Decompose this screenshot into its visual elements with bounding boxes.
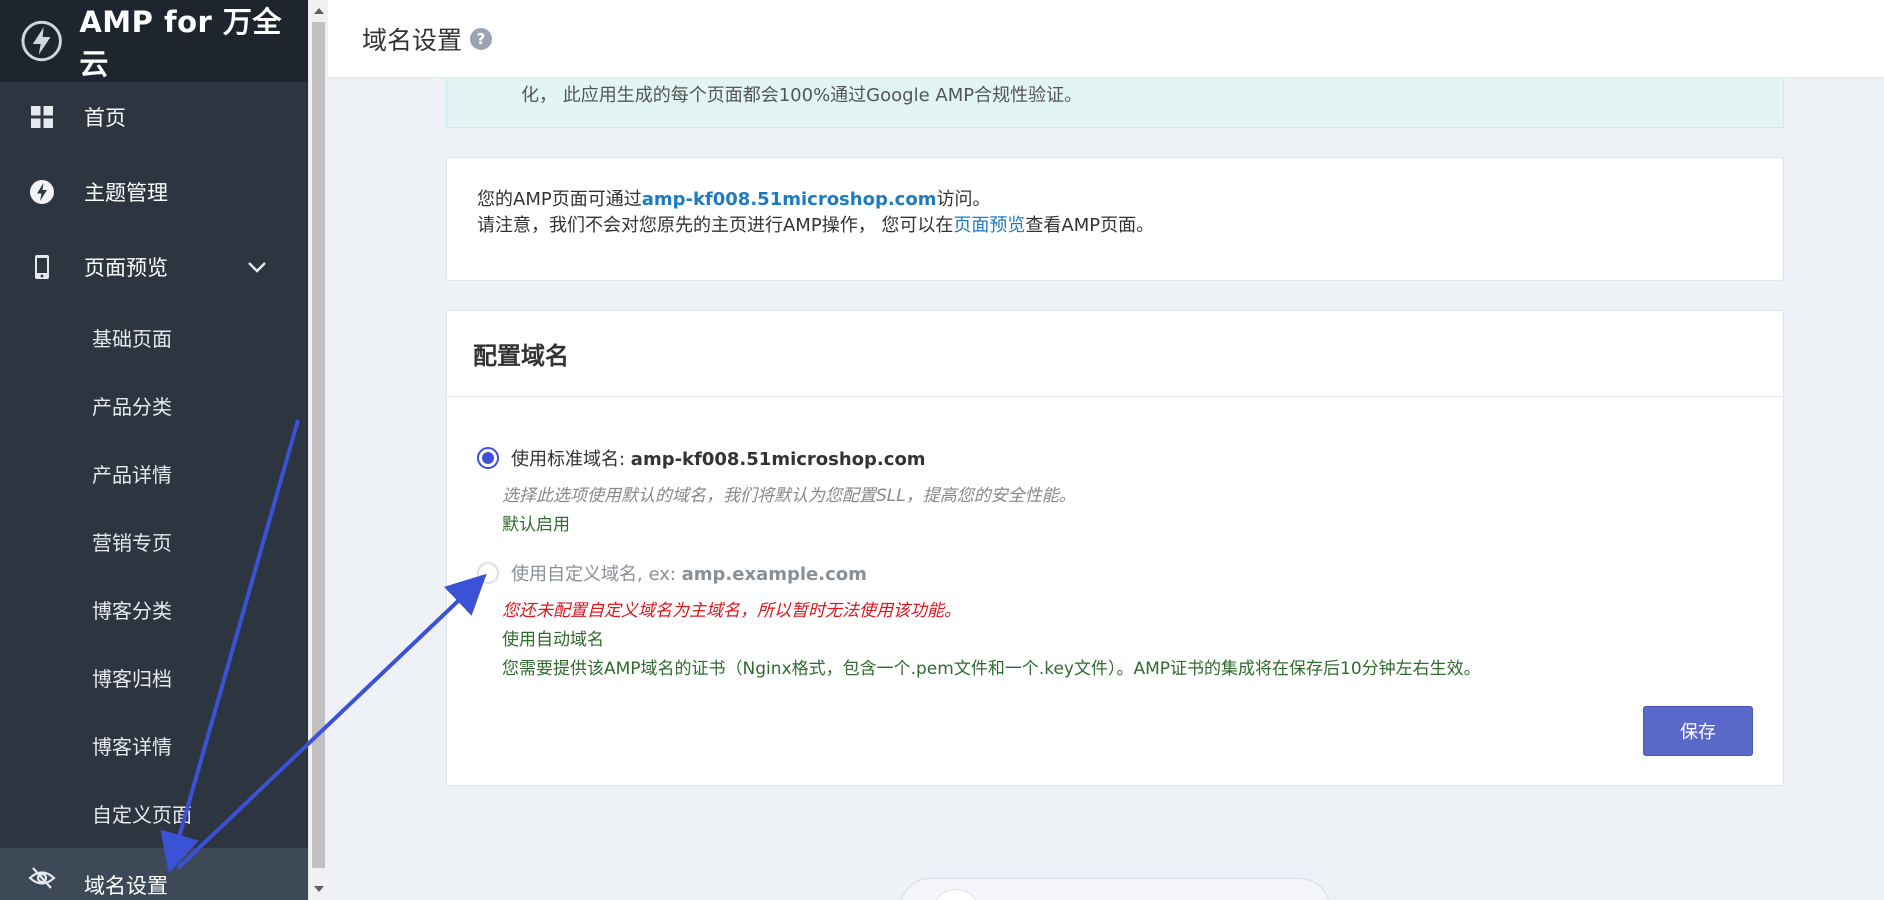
scroll-down-arrow-icon[interactable] bbox=[314, 886, 324, 892]
app-title: AMP for 万全云 bbox=[79, 5, 282, 81]
domain-config-card: 配置域名 使用标准域名: amp-kf008.51microshop.com 选… bbox=[446, 310, 1784, 786]
sidebar-item-product-details[interactable]: 产品详情 bbox=[0, 448, 308, 498]
sidebar-item-label: 自定义页面 bbox=[92, 802, 192, 827]
sidebar-item-label: 博客详情 bbox=[92, 734, 172, 759]
info-notice: 化， 此应用生成的每个页面都会100%通过Google AMP合规性验证。 bbox=[446, 78, 1784, 128]
sidebar-item-label: 博客归档 bbox=[92, 666, 172, 691]
eye-slash-icon bbox=[28, 864, 56, 892]
sidebar-item-marketing-pages[interactable]: 营销专页 bbox=[0, 516, 308, 566]
sidebar-item-domain-settings[interactable]: 域名设置 bbox=[0, 848, 308, 900]
amp-logo-icon bbox=[21, 20, 62, 62]
help-icon[interactable]: ? bbox=[470, 27, 493, 50]
sidebar-item-blog-archive[interactable]: 博客归档 bbox=[0, 652, 308, 702]
custom-domain-option[interactable]: 使用自定义域名, ex: amp.example.com bbox=[477, 560, 867, 586]
page-header: 域名设置 ? bbox=[328, 0, 1884, 78]
sidebar-item-label: 营销专页 bbox=[92, 530, 172, 555]
custom-domain-radio[interactable] bbox=[477, 562, 499, 584]
config-card-header: 配置域名 bbox=[447, 311, 1783, 397]
standard-domain-option[interactable]: 使用标准域名: amp-kf008.51microshop.com bbox=[477, 445, 926, 471]
scroll-up-arrow-icon[interactable] bbox=[314, 8, 324, 14]
auto-domain-label: 使用自动域名 bbox=[502, 630, 604, 650]
standard-domain-label-text: 使用标准域名: bbox=[511, 449, 631, 470]
sidebar-item-page-preview[interactable]: 页面预览 bbox=[0, 241, 308, 293]
sidebar-scrollbar[interactable] bbox=[308, 0, 328, 900]
standard-domain-radio[interactable] bbox=[477, 447, 499, 469]
brand-bar[interactable]: AMP for 万全云 bbox=[0, 0, 308, 82]
custom-domain-label: 使用自定义域名, ex: amp.example.com bbox=[511, 560, 867, 586]
page-preview-link[interactable]: 页面预览 bbox=[953, 215, 1025, 236]
access-line: 您的AMP页面可通过amp-kf008.51microshop.com访问。 bbox=[477, 187, 1753, 213]
bottom-toolbar-button[interactable] bbox=[931, 889, 981, 900]
dashboard-grid-icon bbox=[28, 103, 56, 131]
sidebar-item-label: 页面预览 bbox=[84, 256, 168, 280]
config-title: 配置域名 bbox=[473, 342, 569, 370]
standard-domain-label: 使用标准域名: amp-kf008.51microshop.com bbox=[511, 445, 926, 471]
notice-text: 化， 此应用生成的每个页面都会100%通过Google AMP合规性验证。 bbox=[521, 85, 1083, 106]
standard-domain-hint: 选择此选项使用默认的域名，我们将默认为您配置SLL，提高您的安全性能。 bbox=[502, 486, 1076, 506]
sidebar-item-custom-pages[interactable]: 自定义页面 bbox=[0, 788, 308, 838]
custom-domain-example: amp.example.com bbox=[681, 564, 867, 585]
save-button[interactable]: 保存 bbox=[1643, 706, 1753, 756]
page-title: 域名设置 bbox=[362, 25, 463, 55]
chevron-down-icon[interactable] bbox=[246, 257, 268, 277]
bottom-toolbar bbox=[900, 878, 1330, 900]
sidebar: AMP for 万全云 首页 主题管理 页面预览 基础页面 产品分类 产品详情 … bbox=[0, 0, 308, 900]
sidebar-item-home[interactable]: 首页 bbox=[0, 91, 308, 143]
access-prefix-text: 您的AMP页面可通过 bbox=[477, 189, 642, 210]
sidebar-item-product-categories[interactable]: 产品分类 bbox=[0, 380, 308, 430]
sidebar-item-blog-categories[interactable]: 博客分类 bbox=[0, 584, 308, 634]
sidebar-item-basic-pages[interactable]: 基础页面 bbox=[0, 312, 308, 362]
custom-domain-label-text: 使用自定义域名, ex: bbox=[511, 564, 682, 585]
scrollbar-thumb[interactable] bbox=[312, 22, 325, 868]
sidebar-item-label: 产品详情 bbox=[92, 462, 172, 487]
sidebar-item-label: 首页 bbox=[84, 106, 126, 130]
access-suffix-text: 访问。 bbox=[936, 189, 991, 210]
notice-prefix-text: 请注意，我们不会对您原先的主页进行AMP操作， 您可以在 bbox=[477, 215, 954, 236]
sidebar-item-label: 博客分类 bbox=[92, 598, 172, 623]
notice-line: 请注意，我们不会对您原先的主页进行AMP操作， 您可以在页面预览查看AMP页面。 bbox=[477, 213, 1753, 239]
certificate-note: 您需要提供该AMP域名的证书（Nginx格式，包含一个.pem文件和一个.key… bbox=[502, 659, 1481, 679]
sidebar-item-themes[interactable]: 主题管理 bbox=[0, 166, 308, 218]
mobile-phone-icon bbox=[28, 253, 56, 281]
amp-access-card: 您的AMP页面可通过amp-kf008.51microshop.com访问。 请… bbox=[446, 157, 1784, 281]
default-enabled-status: 默认启用 bbox=[502, 515, 570, 535]
lightning-icon bbox=[28, 178, 56, 206]
sidebar-item-blog-details[interactable]: 博客详情 bbox=[0, 720, 308, 770]
custom-domain-warning: 您还未配置自定义域名为主域名，所以暂时无法使用该功能。 bbox=[502, 601, 961, 621]
sidebar-item-label: 域名设置 bbox=[84, 874, 168, 898]
amp-domain-link[interactable]: amp-kf008.51microshop.com bbox=[642, 189, 937, 210]
sidebar-item-label: 产品分类 bbox=[92, 394, 172, 419]
standard-domain-value: amp-kf008.51microshop.com bbox=[630, 449, 926, 470]
notice-suffix-text: 查看AMP页面。 bbox=[1025, 215, 1155, 236]
sidebar-item-label: 基础页面 bbox=[92, 326, 172, 351]
sidebar-item-label: 主题管理 bbox=[84, 181, 168, 205]
